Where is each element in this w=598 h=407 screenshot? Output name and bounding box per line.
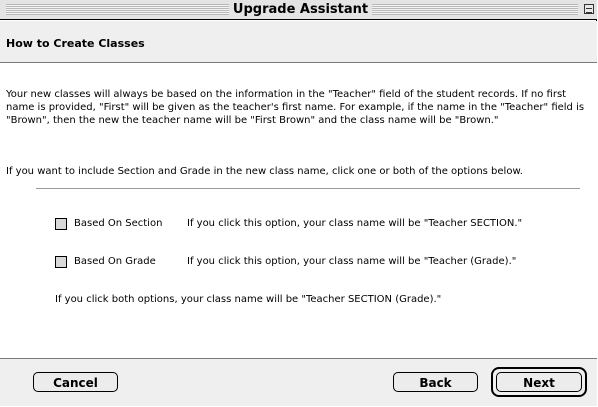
window-title: Upgrade Assistant <box>229 1 372 19</box>
based-on-section-checkbox[interactable] <box>55 218 67 230</box>
default-button-ring: Next <box>491 367 587 397</box>
next-button[interactable]: Next <box>496 372 582 392</box>
both-options-note: If you click both options, your class na… <box>55 294 442 305</box>
button-bar: Cancel Back Next <box>0 358 597 406</box>
page-header: How to Create Classes <box>0 21 597 63</box>
cancel-button[interactable]: Cancel <box>33 372 118 392</box>
options-prompt: If you want to include Section and Grade… <box>6 166 523 177</box>
based-on-grade-label[interactable]: Based On Grade <box>74 256 156 268</box>
divider <box>36 188 580 190</box>
page-title: How to Create Classes <box>6 37 145 50</box>
collapse-box-icon[interactable] <box>584 4 594 14</box>
content-area: Your new classes will always be based on… <box>0 63 597 358</box>
intro-paragraph: Your new classes will always be based on… <box>6 89 585 126</box>
title-bar-stripes-right <box>372 4 578 15</box>
based-on-grade-description: If you click this option, your class nam… <box>187 256 517 267</box>
title-bar-stripes-left <box>6 4 229 15</box>
upgrade-assistant-window: Upgrade Assistant How to Create Classes … <box>0 0 597 406</box>
back-button[interactable]: Back <box>393 372 478 392</box>
based-on-grade-checkbox[interactable] <box>55 256 67 268</box>
based-on-section-description: If you click this option, your class nam… <box>187 218 523 229</box>
based-on-section-label[interactable]: Based On Section <box>74 218 162 230</box>
title-bar[interactable]: Upgrade Assistant <box>0 0 597 20</box>
